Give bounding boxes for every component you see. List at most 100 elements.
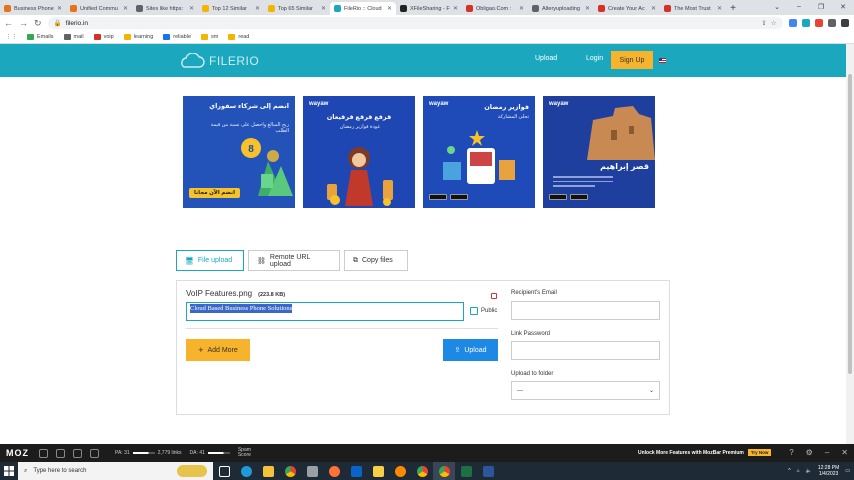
clock[interactable]: 12:28 PM 1/4/2023 — [818, 465, 839, 478]
close-tab-icon[interactable]: ✕ — [189, 5, 194, 12]
browser-tab-active[interactable]: FileRio :: Cloud ✕ — [330, 2, 396, 15]
ad-banner[interactable]: wayaw قرقع قرقع قرقيعان عودة فوازير رمضا… — [303, 96, 415, 208]
browser-tab[interactable]: The Most Trust ✕ — [660, 2, 726, 15]
export-icon[interactable] — [90, 448, 99, 458]
task-view-icon[interactable] — [213, 462, 235, 480]
bookmark-item[interactable]: read — [228, 34, 249, 40]
close-tab-icon[interactable]: ✕ — [387, 5, 392, 12]
tab-search-button[interactable]: ⌄ — [766, 0, 788, 13]
app-store-badges[interactable] — [549, 194, 588, 200]
reload-icon[interactable]: ↻ — [34, 18, 42, 29]
recipient-email-field[interactable] — [511, 301, 660, 320]
notification-icon[interactable]: ▭ — [845, 468, 850, 474]
puzzle-icon[interactable] — [827, 19, 836, 27]
edge-icon[interactable] — [235, 462, 257, 480]
sidebar-icon[interactable] — [840, 19, 849, 27]
moz-logo[interactable]: MOZ — [6, 448, 29, 458]
browser-tab[interactable]: Obligao.Com : ✕ — [462, 2, 528, 15]
ad-banner[interactable]: انضم إلى شركاء سفوراي ربح المبالغ واحصل … — [183, 96, 295, 208]
minimize-icon[interactable]: – — [825, 448, 829, 457]
settings-icon[interactable] — [73, 448, 82, 458]
file-description-input[interactable]: Cloud Based Business Phone Solutions — [186, 302, 464, 321]
close-tab-icon[interactable]: ✕ — [717, 5, 722, 12]
site-logo[interactable]: FILERIO — [177, 53, 259, 69]
close-tab-icon[interactable]: ✕ — [585, 5, 590, 12]
word-icon[interactable] — [477, 462, 499, 480]
close-tab-icon[interactable]: ✕ — [519, 5, 524, 12]
extension-icon[interactable] — [801, 19, 810, 27]
close-tab-icon[interactable]: ✕ — [321, 5, 326, 12]
browser-tab[interactable]: Alteryuploading ✕ — [528, 2, 594, 15]
upload-button[interactable]: ⇪ Upload — [443, 339, 498, 361]
address-bar[interactable]: 🔒 filerio.in ⇪ ☆ — [47, 17, 783, 29]
bookmark-item[interactable]: learning — [123, 34, 153, 40]
bookmark-item[interactable]: sm — [201, 34, 218, 40]
close-tab-icon[interactable]: ✕ — [123, 5, 128, 12]
link-password-field[interactable] — [511, 341, 660, 360]
remove-file-checkbox[interactable] — [491, 293, 497, 299]
file-explorer-icon[interactable] — [257, 462, 279, 480]
fruit-widget-icon[interactable] — [177, 465, 207, 477]
close-tab-icon[interactable]: ✕ — [57, 5, 62, 12]
browser-tab[interactable]: Unified Commu ✕ — [66, 2, 132, 15]
bookmark-item[interactable]: voip — [93, 34, 114, 40]
nav-login-link[interactable]: Login — [586, 55, 603, 62]
extension-icon[interactable] — [814, 19, 823, 27]
bookmark-item[interactable]: mail — [63, 34, 84, 40]
nav-upload-link[interactable]: Upload — [535, 55, 557, 62]
browser-tab[interactable]: XFileSharing - F ✕ — [396, 2, 462, 15]
page-scrollbar[interactable] — [846, 44, 854, 444]
chrome-icon[interactable] — [411, 462, 433, 480]
new-tab-button[interactable]: + — [726, 2, 740, 15]
outlook-icon[interactable] — [345, 462, 367, 480]
public-checkbox[interactable] — [470, 307, 478, 315]
browser-tab[interactable]: Sites like https: ✕ — [132, 2, 198, 15]
share-icon[interactable]: ⇪ — [761, 19, 766, 27]
close-tab-icon[interactable]: ✕ — [651, 5, 656, 12]
try-now-button[interactable]: Try Now — [747, 449, 772, 456]
ad-cta-button[interactable]: انضم الآن مجانا — [189, 188, 240, 198]
add-more-button[interactable]: + Add More — [186, 339, 250, 361]
us-flag-icon[interactable] — [659, 58, 666, 63]
minimize-button[interactable]: – — [788, 0, 810, 13]
firefox-icon[interactable] — [323, 462, 345, 480]
tab-file-upload[interactable]: 🖥 File upload — [176, 250, 244, 271]
ad-banner[interactable]: wayaw قصر إبراهيم — [543, 96, 655, 208]
upload-folder-select[interactable]: --- ⌄ — [511, 381, 660, 400]
chevron-up-icon[interactable]: ^ — [788, 468, 790, 474]
signup-button[interactable]: Sign Up — [611, 51, 653, 69]
bookmark-item[interactable]: Emails — [27, 34, 54, 40]
extension-icon[interactable] — [788, 19, 797, 27]
bookmark-item[interactable]: reliable — [163, 34, 191, 40]
public-toggle[interactable]: Public — [470, 307, 497, 315]
chrome-icon[interactable] — [279, 462, 301, 480]
forward-icon[interactable]: → — [19, 18, 28, 28]
app-store-badges[interactable] — [429, 194, 468, 200]
browser-tab[interactable]: Business Phone ✕ — [0, 2, 66, 15]
gear-icon[interactable]: ⚙ — [806, 448, 813, 457]
page-analysis-icon[interactable] — [39, 448, 48, 458]
close-tab-icon[interactable]: ✕ — [453, 5, 458, 12]
tab-remote-url-upload[interactable]: ⛓ Remote URL upload — [248, 250, 340, 271]
excel-icon[interactable] — [455, 462, 477, 480]
sticky-notes-icon[interactable] — [367, 462, 389, 480]
browser-tab[interactable]: Top 12 Similar ✕ — [198, 2, 264, 15]
volume-icon[interactable]: 🔈 — [806, 468, 812, 474]
apps-grid-icon[interactable]: ⋮⋮ — [6, 34, 17, 40]
browser-tab[interactable]: Top 65 Similar ✕ — [264, 2, 330, 15]
highlight-icon[interactable] — [56, 448, 65, 458]
close-window-button[interactable]: ✕ — [832, 0, 854, 13]
ad-banner[interactable]: wayaw فوازير رمضان تحلى المشاركة — [423, 96, 535, 208]
help-icon[interactable]: ? — [789, 448, 793, 457]
bookmark-star-icon[interactable]: ☆ — [771, 19, 777, 27]
notes-icon[interactable] — [301, 462, 323, 480]
chrome-active-icon[interactable] — [433, 462, 455, 480]
back-icon[interactable]: ← — [4, 18, 13, 28]
app-icon[interactable] — [389, 462, 411, 480]
maximize-button[interactable]: ❐ — [810, 0, 832, 13]
taskbar-search-box[interactable]: ⌕ Type here to search — [18, 462, 213, 480]
browser-tab[interactable]: Create Your Ac ✕ — [594, 2, 660, 15]
scrollbar-thumb[interactable] — [848, 74, 852, 374]
close-icon[interactable]: ✕ — [841, 448, 848, 457]
close-tab-icon[interactable]: ✕ — [255, 5, 260, 12]
